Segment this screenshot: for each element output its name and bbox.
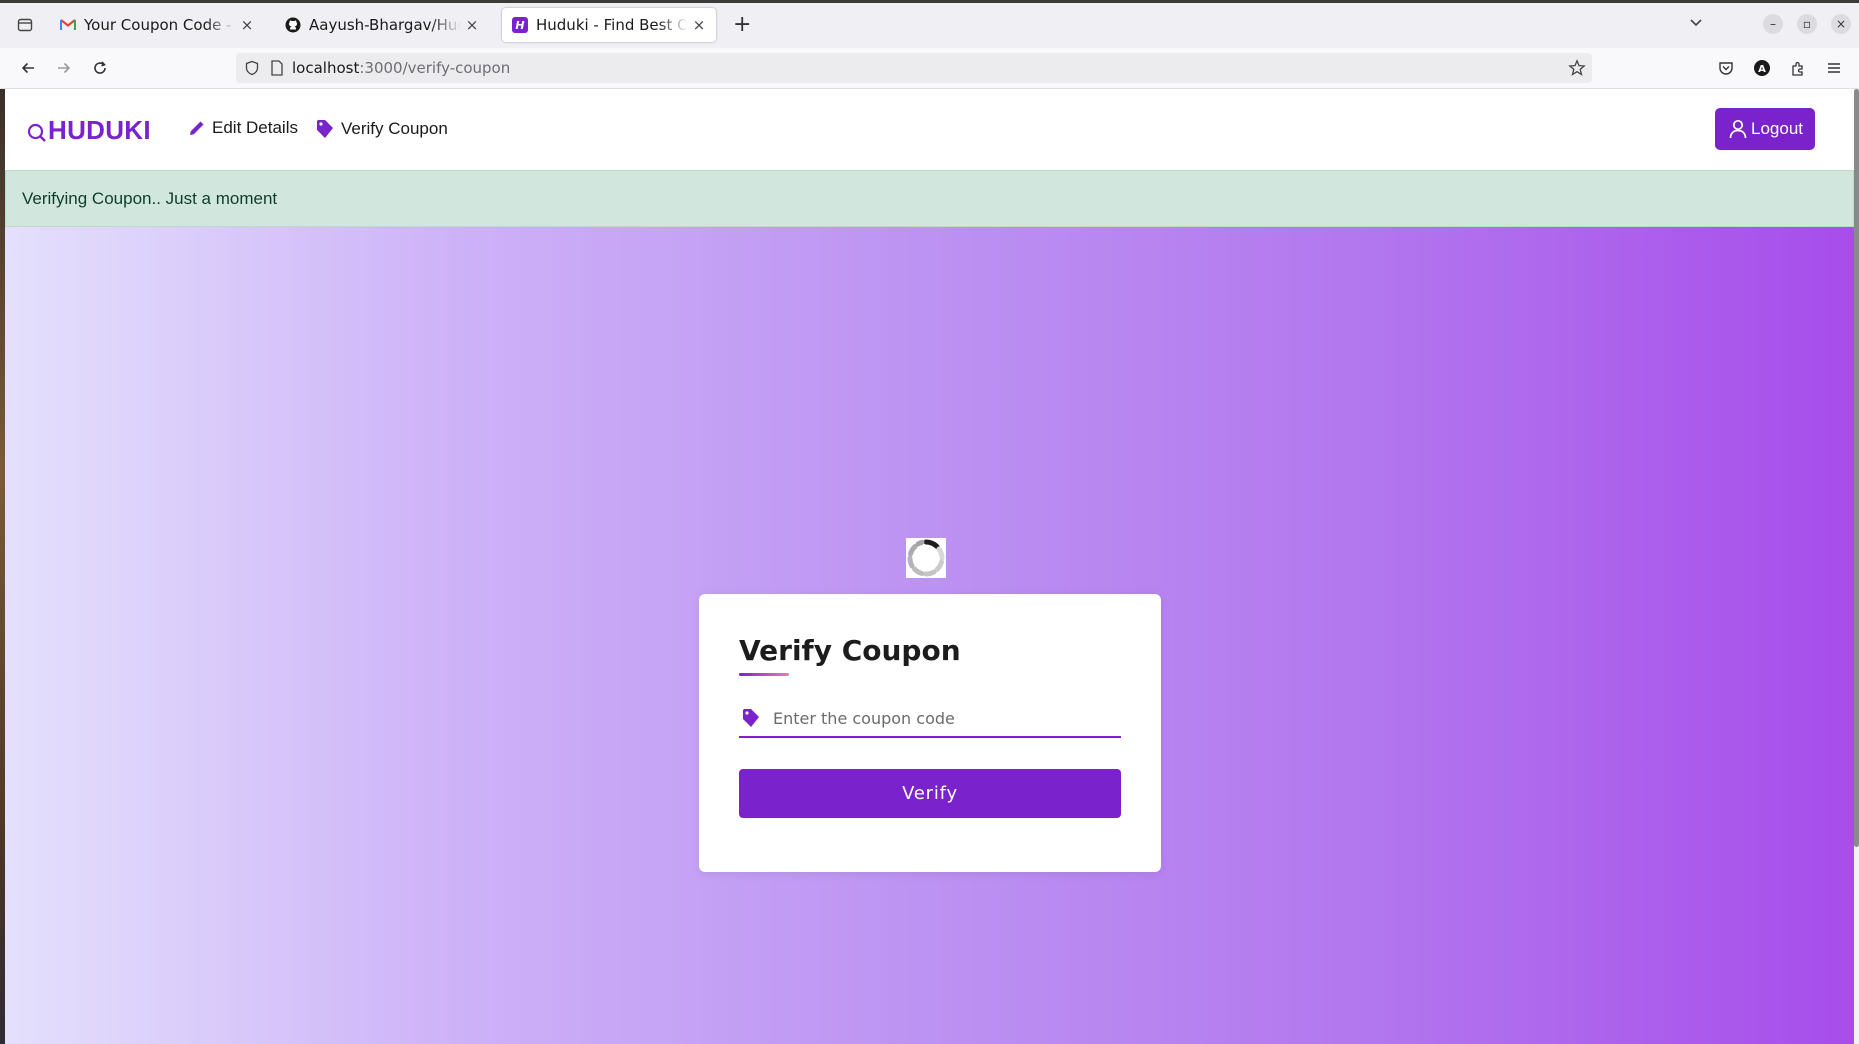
page-scrollbar-thumb[interactable]	[1854, 89, 1859, 847]
nav-link-label: Verify Coupon	[341, 119, 448, 138]
site-logo[interactable]: HUDUKI	[27, 115, 151, 146]
forward-arrow-icon[interactable]	[54, 58, 74, 78]
tab-gmail[interactable]: Your Coupon Code - aayush ×	[50, 8, 264, 42]
nav-link-verify-coupon[interactable]: Verify Coupon	[315, 118, 448, 140]
window-top-border	[0, 0, 1859, 3]
site-header: HUDUKI Edit Details Verify Coupon Logout	[5, 89, 1854, 170]
web-page: HUDUKI Edit Details Verify Coupon Logout…	[5, 89, 1854, 1044]
coupon-code-field[interactable]	[739, 700, 1121, 738]
pocket-icon[interactable]	[1716, 58, 1736, 78]
page-icon	[270, 60, 284, 76]
chevron-down-icon[interactable]	[1688, 14, 1704, 34]
coupon-code-input[interactable]	[773, 708, 1103, 728]
pencil-icon	[188, 119, 212, 137]
close-window-button[interactable]: ×	[1831, 14, 1851, 34]
tab-title: Your Coupon Code - aayush	[84, 16, 236, 34]
title-underline	[739, 673, 789, 676]
tag-icon	[315, 118, 341, 140]
tab-github[interactable]: Aayush-Bhargav/Huduki-Find ×	[275, 8, 489, 42]
logo-text: HUDUKI	[48, 115, 151, 145]
address-bar[interactable]: localhost :3000/verify-coupon	[236, 53, 1592, 83]
huduki-icon: H	[512, 17, 528, 33]
restore-window-button[interactable]: ▫	[1797, 14, 1817, 34]
card-title: Verify Coupon	[739, 634, 961, 667]
alert-text: Verifying Coupon.. Just a moment	[22, 188, 278, 208]
shield-icon[interactable]	[244, 60, 260, 76]
tab-huduki[interactable]: H Huduki - Find Best Offers ×	[502, 8, 716, 42]
extensions-icon[interactable]	[1788, 58, 1808, 78]
close-tab-icon[interactable]: ×	[465, 16, 479, 34]
user-icon	[1727, 118, 1751, 140]
svg-text:A: A	[1758, 64, 1766, 75]
browser-tab-strip: Your Coupon Code - aayush × Aayush-Bharg…	[0, 0, 1859, 48]
tab-title: Aayush-Bhargav/Huduki-Find	[309, 16, 461, 34]
browser-toolbar: localhost :3000/verify-coupon A	[0, 48, 1859, 89]
reload-icon[interactable]	[90, 58, 110, 78]
hero-section: Verify Coupon Verify	[5, 227, 1854, 1044]
minimize-window-button[interactable]: –	[1763, 14, 1783, 34]
new-tab-button[interactable]: +	[733, 12, 751, 38]
github-icon	[285, 17, 301, 33]
logout-label: Logout	[1751, 119, 1803, 138]
account-avatar-icon[interactable]: A	[1752, 58, 1772, 78]
status-alert: Verifying Coupon.. Just a moment	[5, 170, 1854, 227]
nav-link-label: Edit Details	[212, 118, 298, 137]
gmail-icon	[60, 17, 76, 33]
close-tab-icon[interactable]: ×	[692, 16, 706, 34]
url-host: localhost	[292, 59, 360, 77]
bookmark-star-icon[interactable]	[1568, 59, 1586, 77]
loading-spinner-icon	[906, 538, 946, 578]
back-arrow-icon[interactable]	[18, 58, 38, 78]
tab-title: Huduki - Find Best Offers	[536, 16, 688, 34]
close-tab-icon[interactable]: ×	[240, 16, 254, 34]
search-icon	[27, 123, 47, 143]
url-path: :3000/verify-coupon	[359, 59, 511, 77]
hamburger-menu-icon[interactable]	[1824, 58, 1844, 78]
tab-list-icon[interactable]	[14, 14, 36, 36]
logout-button[interactable]: Logout	[1715, 108, 1815, 150]
nav-link-edit-details[interactable]: Edit Details	[188, 118, 298, 138]
tag-icon	[739, 707, 773, 729]
verify-coupon-card: Verify Coupon Verify	[699, 594, 1161, 872]
verify-button[interactable]: Verify	[739, 769, 1121, 818]
